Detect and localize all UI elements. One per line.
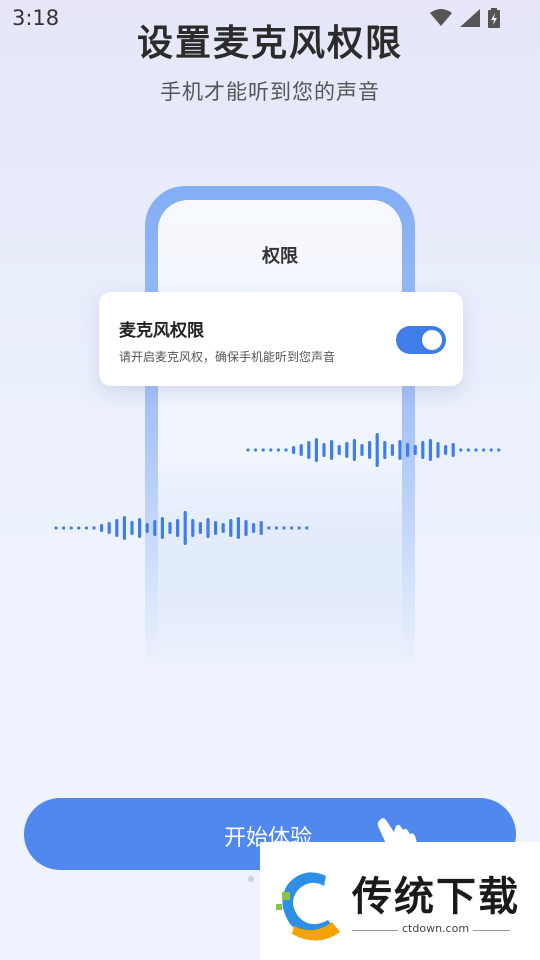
wave-bar [322, 443, 326, 457]
wave-bar [130, 521, 134, 535]
watermark-url: ctdown.com [398, 922, 474, 935]
wave-bar [383, 441, 387, 459]
wave-bar [444, 445, 448, 455]
wave-bar [259, 521, 263, 535]
wave-bar [375, 433, 379, 467]
wave-dot [92, 526, 96, 530]
wave-dot [261, 448, 265, 452]
wave-bar [345, 442, 349, 458]
wave-bar [252, 523, 256, 533]
wave-bar [229, 519, 233, 537]
wave-dot [269, 448, 273, 452]
wave-dot [474, 448, 478, 452]
wave-bar [451, 443, 455, 457]
wave-bar [337, 445, 341, 455]
wave-bar [390, 444, 394, 456]
wave-bar [236, 517, 240, 539]
page-dot [248, 876, 254, 882]
watermark-overlay: 传统下载 ctdown.com [260, 842, 540, 960]
wave-dot [54, 526, 58, 530]
brand-logo-icon [276, 872, 340, 941]
wave-bar [406, 443, 410, 457]
wave-bar [398, 440, 402, 460]
wave-dot [497, 448, 501, 452]
wave-dot [290, 526, 294, 530]
wave-bar [198, 522, 202, 534]
wave-bar [292, 446, 296, 454]
wave-bar [330, 440, 334, 460]
wave-bar [191, 519, 195, 537]
sound-wave-left [54, 511, 309, 545]
wave-dot [276, 448, 280, 452]
wave-dot [62, 526, 66, 530]
wave-bar [436, 442, 440, 458]
wave-bar [368, 441, 372, 459]
wave-dot [482, 448, 486, 452]
wave-dot [282, 526, 286, 530]
wave-dot [69, 526, 73, 530]
wave-bar [115, 519, 119, 537]
wave-bar [352, 439, 356, 461]
page-title: 设置麦克风权限 [136, 23, 403, 64]
wave-bar [421, 441, 425, 459]
permission-description: 请开启麦克风权，确保手机能听到您声音 [119, 350, 336, 364]
wave-bar [176, 519, 180, 537]
watermark-brand: 传统下载 [352, 874, 520, 920]
wave-bar [122, 516, 126, 540]
wave-bar [168, 522, 172, 534]
wave-bar [307, 441, 311, 459]
permission-title: 麦克风权限 [119, 321, 204, 341]
wave-dot [246, 448, 250, 452]
wave-dot [77, 526, 81, 530]
wave-bar [244, 520, 248, 536]
wave-bar [206, 518, 210, 538]
sound-wave-right [246, 433, 501, 467]
microphone-permission-toggle[interactable] [396, 326, 446, 354]
wave-bar [428, 439, 432, 461]
wave-bar [160, 517, 164, 539]
wave-bar [214, 521, 218, 535]
phone-screen-title: 权限 [262, 246, 298, 267]
wave-bar [413, 445, 417, 455]
wave-dot [267, 526, 271, 530]
toggle-knob [422, 330, 442, 350]
wave-bar [314, 438, 318, 462]
wave-dot [297, 526, 301, 530]
wave-bar [138, 518, 142, 538]
wave-dot [274, 526, 278, 530]
wave-dot [305, 526, 309, 530]
wave-bar [183, 511, 187, 545]
wave-dot [489, 448, 493, 452]
wave-dot [459, 448, 463, 452]
wave-dot [254, 448, 258, 452]
page-subtitle: 手机才能听到您的声音 [160, 80, 380, 104]
wave-bar [221, 523, 225, 533]
wave-bar [145, 523, 149, 533]
permission-card: 麦克风权限 请开启麦克风权，确保手机能听到您声音 [99, 292, 463, 386]
wave-bar [153, 520, 157, 536]
wave-dot [284, 448, 288, 452]
wave-bar [299, 444, 303, 456]
wave-bar [107, 522, 111, 534]
wave-dot [466, 448, 470, 452]
wave-dot [84, 526, 88, 530]
wave-bar [100, 524, 104, 532]
wave-bar [360, 444, 364, 456]
